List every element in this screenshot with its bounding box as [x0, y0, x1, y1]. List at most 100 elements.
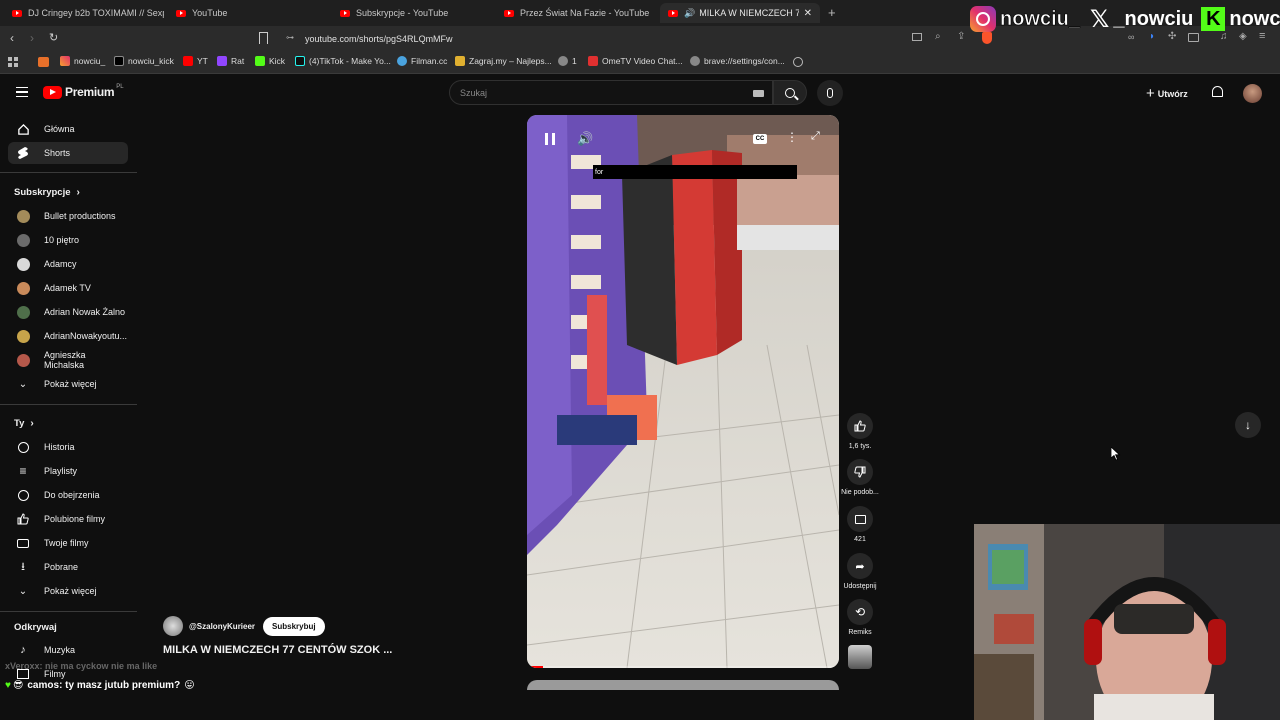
reload-icon[interactable]: ↻	[49, 31, 58, 44]
caption-overlay: for	[593, 165, 797, 179]
channel-avatar	[16, 305, 30, 319]
share-page-icon[interactable]: ⇪	[957, 31, 965, 42]
new-tab-button[interactable]: +	[828, 5, 836, 20]
bookmark-item[interactable]: nowciu_kick	[114, 56, 174, 66]
remix-icon: ⟲	[847, 599, 873, 625]
sidebar-item-label: Muzyka	[44, 645, 76, 655]
sidebar-item-subscription[interactable]: Adamcy	[8, 253, 128, 275]
bookmark-item[interactable]: Kick	[255, 56, 285, 66]
tab-label: DJ Cringey b2b TOXIMAMI // Sexpre	[28, 8, 164, 18]
subscribe-button[interactable]: Subskrybuj	[263, 616, 325, 636]
webcam-overlay	[974, 524, 1280, 720]
hamburger-menu-icon[interactable]	[16, 87, 28, 97]
sidebar-item-home[interactable]: Główna	[8, 118, 128, 140]
progress-fill	[527, 666, 543, 668]
bookmark-item[interactable]: Rat	[217, 56, 244, 66]
like-button[interactable]: 1,6 tys.	[840, 413, 880, 450]
chevron-right-icon: ›	[30, 418, 34, 429]
browser-tab[interactable]: DJ Cringey b2b TOXIMAMI // Sexpre	[4, 3, 164, 23]
arrow-down-icon: ↓	[1245, 418, 1251, 432]
zoom-icon[interactable]: ⌕	[935, 31, 941, 42]
progress-bar[interactable]	[527, 666, 839, 668]
sidebar-item-watch-later[interactable]: Do obejrzenia	[8, 484, 128, 506]
share-button[interactable]: ➦ Udostępnij	[840, 553, 880, 590]
playlist-icon: ≡	[19, 464, 27, 478]
close-tab-icon[interactable]: ✕	[804, 8, 812, 19]
sidebar-show-more-subs[interactable]: ⌄ Pokaż więcej	[8, 373, 128, 395]
sidebar-item-subscription[interactable]: 10 piętro	[8, 229, 128, 251]
subscriptions-heading[interactable]: Subskrypcje ›	[14, 187, 80, 198]
like-icon	[16, 512, 30, 526]
remix-button[interactable]: ⟲ Remiks	[840, 599, 880, 636]
channel-avatar[interactable]	[163, 616, 183, 636]
captions-button[interactable]: CC	[753, 134, 767, 144]
logo-text: Premium	[65, 85, 115, 99]
sidebar-item-subscription[interactable]: Bullet productions	[8, 205, 128, 227]
globe-icon[interactable]	[793, 57, 803, 67]
sidebar-item-liked[interactable]: Polubione filmy	[8, 508, 128, 530]
browser-tab-active[interactable]: 🔊MILKA W NIEMCZECH 77 CEN ✕	[660, 3, 820, 23]
create-button[interactable]: + Utwórz	[1146, 85, 1188, 102]
search-input[interactable]: Szukaj	[449, 80, 773, 105]
bookmark-item[interactable]: OmeTV Video Chat...	[588, 56, 683, 66]
url-field[interactable]: youtube.com/shorts/pgS4RLQmMFw	[305, 34, 453, 44]
sidebar-item-music[interactable]: ♪ Muzyka	[8, 639, 128, 661]
fullscreen-icon[interactable]: ⤢	[811, 130, 820, 143]
cast-icon[interactable]	[912, 33, 922, 41]
sidebar-item-subscription[interactable]: Adrian Nowak Żalno	[8, 301, 128, 323]
bookmark-item[interactable]: (4)TikTok - Make Yo...	[295, 56, 391, 66]
voice-search-button[interactable]	[817, 80, 843, 106]
bookmark-item[interactable]: brave://settings/con...	[690, 56, 785, 66]
account-avatar[interactable]	[1243, 84, 1262, 103]
sidebar-item-history[interactable]: Historia	[8, 436, 128, 458]
you-heading[interactable]: Ty ›	[14, 418, 34, 429]
bookmark-folder-icon[interactable]	[38, 57, 49, 67]
pause-button[interactable]	[545, 133, 555, 145]
comments-button[interactable]: 421	[840, 506, 880, 543]
bookmark-icon[interactable]	[259, 32, 268, 44]
browser-tab[interactable]: Subskrypcje - YouTube	[332, 3, 492, 23]
logo-region: PL	[116, 84, 124, 90]
bookmark-item[interactable]: 1	[558, 56, 577, 66]
sidebar-show-more-you[interactable]: ⌄ Pokaż więcej	[8, 580, 128, 602]
sidebar-toggle-icon[interactable]	[1188, 33, 1199, 42]
more-options-icon[interactable]: ⋮	[786, 130, 798, 144]
browser-tab[interactable]: Przez Świat Na Fazie - YouTube	[496, 3, 656, 23]
instagram-icon	[970, 6, 996, 32]
next-short-preview[interactable]	[527, 680, 839, 690]
browser-tab[interactable]: YouTube	[168, 3, 328, 23]
sidebar-item-subscription[interactable]: Adamek TV	[8, 277, 128, 299]
forward-arrow-icon[interactable]: ›	[30, 31, 34, 45]
bookmark-item[interactable]: nowciu_	[60, 56, 105, 66]
dislike-button[interactable]: Nie podob...	[840, 459, 880, 496]
site-settings-icon[interactable]: ⊶	[286, 33, 294, 42]
back-arrow-icon[interactable]: ‹	[10, 31, 14, 45]
sidebar-item-your-videos[interactable]: Twoje filmy	[8, 532, 128, 554]
next-short-button[interactable]: ↓	[1235, 412, 1261, 438]
chat-username: camos	[27, 680, 60, 691]
sidebar-item-label: Twoje filmy	[44, 538, 89, 548]
sidebar-item-label: Agnieszka Michalska	[44, 350, 86, 370]
search-button[interactable]	[773, 80, 807, 105]
sidebar-item-playlists[interactable]: ≡ Playlisty	[8, 460, 128, 482]
sidebar-item-subscription[interactable]: Agnieszka Michalska	[8, 349, 128, 371]
bookmark-item[interactable]: YT	[183, 56, 208, 66]
bookmark-item[interactable]: Zagraj.my – Najleps...	[455, 56, 552, 66]
short-title[interactable]: MILKA W NIEMCZECH 77 CENTÓW SZOK ...	[163, 644, 392, 656]
volume-icon[interactable]: 🔊	[577, 131, 593, 147]
sidebar-item-shorts[interactable]: Shorts	[8, 142, 128, 164]
apps-grid-icon[interactable]	[8, 57, 18, 67]
youtube-logo[interactable]: Premium PL	[43, 84, 124, 99]
sidebar-item-downloads[interactable]: ⭳ Pobrane	[8, 556, 128, 578]
sidebar-item-subscription[interactable]: AdrianNowakyoutu...	[8, 325, 128, 347]
keyboard-icon[interactable]	[753, 90, 764, 97]
sound-thumbnail[interactable]	[848, 645, 872, 669]
sidebar-item-label: Playlisty	[44, 466, 78, 476]
short-video-player[interactable]: 🔊 CC ⋮ ⤢ for	[527, 115, 839, 668]
share-label: Udostępnij	[843, 583, 877, 590]
bookmark-item[interactable]: Filman.cc	[397, 56, 447, 66]
tab-label: MILKA W NIEMCZECH 77 CEN	[699, 8, 800, 18]
channel-name[interactable]: @SzalonyKurieer	[189, 622, 255, 631]
youtube-header: Premium PL Szukaj + Utwórz	[0, 76, 1280, 112]
notifications-bell-icon[interactable]	[1212, 86, 1223, 97]
